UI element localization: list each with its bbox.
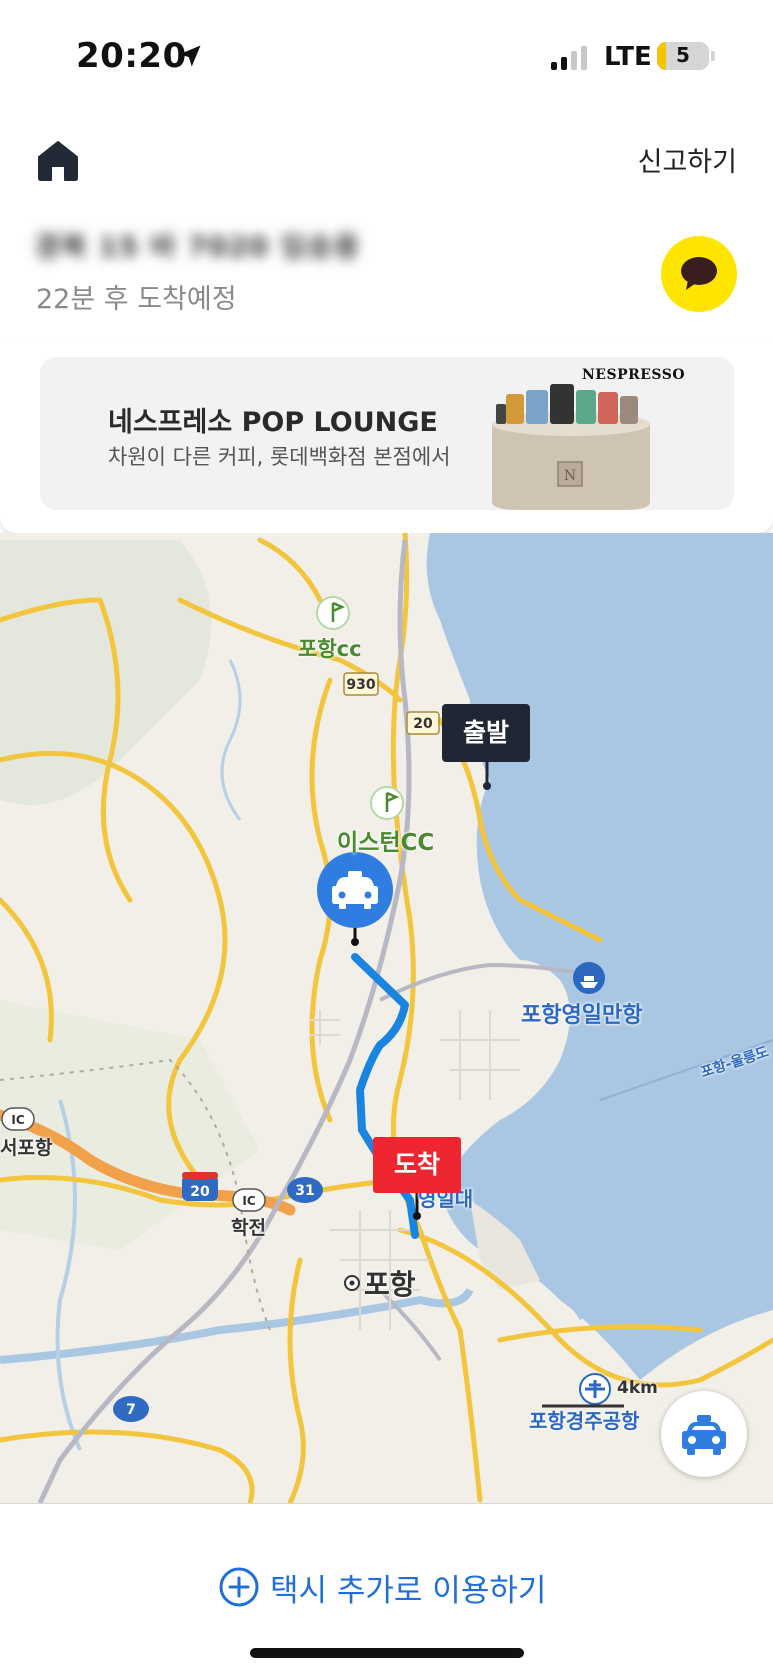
end-marker[interactable]: 도착 — [373, 1137, 461, 1193]
home-icon — [38, 141, 78, 181]
ad-title: 네스프레소 POP LOUNGE — [108, 407, 438, 438]
road-20-label: 20 — [413, 716, 433, 732]
location-arrow-icon — [179, 45, 201, 67]
label-hakjeon: 학전 — [231, 1217, 266, 1239]
coffee-machines-image: N — [492, 384, 650, 510]
scale-label: 4km — [617, 1378, 658, 1398]
add-taxi-button[interactable]: 택시 추가로 이용하기 — [218, 1563, 546, 1611]
ad-subtitle: 차원이 다른 커피, 롯데백화점 본점에서 — [108, 445, 451, 469]
status-time: 20:20 — [76, 36, 187, 76]
home-button[interactable] — [36, 138, 80, 182]
map-canvas: 930 20 20 31 7 IC IC — [0, 533, 773, 1503]
chat-button[interactable] — [661, 236, 737, 312]
report-button[interactable]: 신고하기 — [638, 140, 737, 179]
highway-20-label: 20 — [190, 1184, 210, 1200]
road-930-label: 930 — [346, 677, 375, 693]
eta-text: 22분 후 도착예정 — [36, 284, 237, 315]
road-7-label: 7 — [126, 1402, 136, 1418]
battery-icon: 5 — [657, 42, 709, 70]
svg-text:N: N — [564, 468, 576, 484]
ic-badge-west: IC — [11, 1113, 24, 1127]
label-pohang-city: 포항 — [364, 1268, 416, 1301]
signal-icon — [551, 46, 587, 70]
label-eastern-cc: 이스턴CC — [337, 830, 435, 856]
kakao-chat-icon — [681, 257, 717, 290]
label-airport: 포항경주공항 — [529, 1409, 640, 1433]
add-taxi-label: 택시 추가로 이용하기 — [270, 1572, 547, 1609]
ic-badge-hakjeon: IC — [242, 1194, 255, 1208]
plus-circle-icon — [219, 1567, 259, 1607]
taxi-icon — [682, 1415, 726, 1455]
taxi-recenter-button[interactable] — [661, 1391, 747, 1477]
label-pohang-cc: 포항cc — [298, 637, 362, 661]
map-view[interactable]: 930 20 20 31 7 IC IC 포항cc 이스턴CC 포항영일만항 포… — [0, 533, 773, 1503]
network-type: LTE — [604, 42, 652, 72]
ad-brand-logo: NESPRESSO — [582, 367, 686, 383]
car-info-blurred: 경북 15 바 7020 임승용 — [34, 230, 361, 263]
battery-nub — [711, 51, 715, 61]
road-31-label: 31 — [295, 1183, 314, 1199]
battery-level: 5 — [676, 43, 690, 67]
label-seopohang: 서포항 — [0, 1137, 53, 1159]
start-marker[interactable]: 출발 — [442, 704, 530, 762]
label-yeongil-port: 포항영일만항 — [521, 1003, 643, 1028]
home-indicator[interactable] — [250, 1648, 524, 1658]
